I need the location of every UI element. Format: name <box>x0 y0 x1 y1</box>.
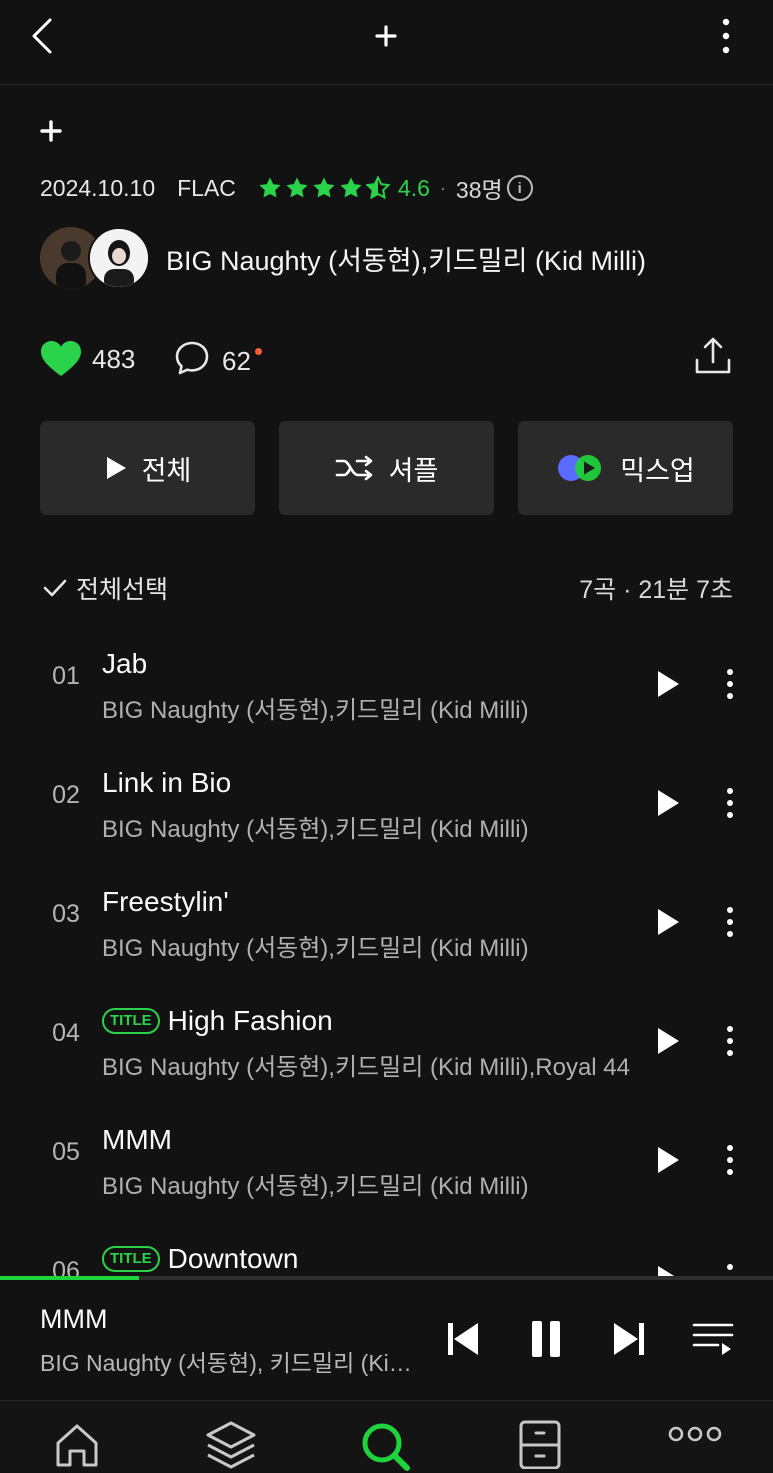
info-icon[interactable]: i <box>506 175 533 201</box>
track-title: High Fashion <box>167 1005 333 1036</box>
now-playing-title: MMM <box>40 1304 108 1334</box>
now-playing-artist: BIG Naughty (서동현), 키드밀리 (Kid Milli) <box>40 1350 420 1376</box>
previous-icon[interactable] <box>440 1316 486 1362</box>
check-icon <box>43 579 67 597</box>
comment-icon <box>174 340 210 383</box>
search-icon[interactable] <box>355 1419 415 1472</box>
track-title: Freestylin' <box>102 886 229 917</box>
table-row[interactable]: 03 Freestylin' BIG Naughty (서동현),키드밀리 (K… <box>0 860 773 979</box>
next-icon[interactable] <box>606 1316 652 1362</box>
play-all-label: 전체 <box>141 455 192 486</box>
kebab-menu-icon[interactable] <box>706 14 746 58</box>
album-add-button[interactable] <box>40 114 74 148</box>
selection-row: 전체선택 7곡 · 21분 7초 <box>40 566 733 606</box>
track-artist: BIG Naughty (서동현),키드밀리 (Kid Milli) <box>102 1173 529 1200</box>
shuffle-button[interactable]: 셔플 <box>279 421 494 515</box>
shuffle-label: 셔플 <box>388 455 439 486</box>
table-row[interactable]: 04 TITLE High Fashion BIG Naughty (서동현),키… <box>0 979 773 1098</box>
track-number: 05 <box>52 1138 80 1166</box>
play-icon <box>106 457 126 479</box>
track-summary: 7곡 · 21분 7초 <box>579 576 733 604</box>
track-artist: BIG Naughty (서동현),키드밀리 (Kid Milli) <box>102 816 529 843</box>
like-count: 483 <box>92 343 136 374</box>
album-meta: 2024.10.10 FLAC 4.6 · 38명 i <box>40 170 533 206</box>
artist-names[interactable]: BIG Naughty (서동현),키드밀리 (Kid Milli) <box>166 239 646 278</box>
shuffle-icon <box>335 455 372 481</box>
track-play-icon[interactable] <box>648 1021 688 1061</box>
add-plus-icon[interactable] <box>368 18 404 54</box>
separator: · <box>439 177 446 198</box>
track-title: Jab <box>102 648 148 679</box>
track-play-icon[interactable] <box>648 783 688 823</box>
new-comment-dot <box>254 348 262 355</box>
artist-row[interactable]: BIG Naughty (서동현),키드밀리 (Kid Milli) <box>40 226 646 290</box>
select-all-label: 전체선택 <box>76 576 169 604</box>
star-icon <box>286 177 308 198</box>
half-star-icon <box>365 176 390 200</box>
table-row[interactable]: 06 TITLE Downtown <box>0 1217 773 1276</box>
track-title: Downtown <box>167 1243 299 1274</box>
bottom-nav <box>0 1400 773 1472</box>
track-play-icon[interactable] <box>648 1259 688 1276</box>
avatar[interactable] <box>88 227 150 289</box>
play-all-button[interactable]: 전체 <box>40 421 255 515</box>
track-number: 04 <box>52 1019 80 1047</box>
track-number: 06 <box>52 1257 80 1276</box>
like-button[interactable]: 483 <box>40 340 135 378</box>
track-list: 01 Jab BIG Naughty (서동현),키드밀리 (Kid Milli… <box>0 622 773 1276</box>
track-number: 02 <box>52 781 80 809</box>
comment-button[interactable]: 62 <box>174 340 262 383</box>
star-icon <box>259 177 281 198</box>
heart-icon <box>41 341 81 376</box>
track-more-icon[interactable] <box>714 1021 746 1061</box>
title-badge: TITLE <box>102 1246 160 1272</box>
rating-stars[interactable] <box>258 176 390 200</box>
library-layers-icon[interactable] <box>201 1419 261 1472</box>
track-title: Link in Bio <box>102 767 232 798</box>
track-play-icon[interactable] <box>648 664 688 704</box>
track-number: 01 <box>52 662 80 690</box>
track-more-icon[interactable] <box>714 1259 746 1276</box>
more-dots-icon[interactable] <box>665 1419 725 1472</box>
rating-value: 4.6 <box>397 174 430 201</box>
mini-player[interactable]: MMM BIG Naughty (서동현), 키드밀리 (Kid Milli) <box>0 1280 773 1400</box>
title-badge: TITLE <box>102 1008 160 1034</box>
track-number: 03 <box>52 900 80 928</box>
back-icon[interactable] <box>20 14 64 58</box>
release-date: 2024.10.10 <box>40 174 156 201</box>
rating-count: 38명 <box>455 177 503 203</box>
track-more-icon[interactable] <box>714 783 746 823</box>
home-icon[interactable] <box>47 1419 107 1472</box>
track-artist: BIG Naughty (서동현),키드밀리 (Kid Milli),Royal… <box>102 1054 631 1081</box>
track-more-icon[interactable] <box>714 902 746 942</box>
comment-count: 62 <box>222 346 262 377</box>
track-artist: BIG Naughty (서동현),키드밀리 (Kid Milli) <box>102 935 529 962</box>
track-title: MMM <box>102 1124 172 1155</box>
storage-box-icon[interactable] <box>510 1419 570 1472</box>
table-row[interactable]: 01 Jab BIG Naughty (서동현),키드밀리 (Kid Milli… <box>0 622 773 741</box>
track-artist: BIG Naughty (서동현),키드밀리 (Kid Milli) <box>102 697 529 724</box>
social-actions: 483 62 <box>40 334 733 384</box>
track-more-icon[interactable] <box>714 1140 746 1180</box>
audio-format: FLAC <box>177 174 236 201</box>
track-play-icon[interactable] <box>648 902 688 942</box>
mixup-icon <box>558 455 602 481</box>
table-row[interactable]: 02 Link in Bio BIG Naughty (서동현),키드밀리 (K… <box>0 741 773 860</box>
star-icon <box>313 177 335 198</box>
playlist-icon[interactable] <box>690 1316 736 1362</box>
share-icon[interactable] <box>693 336 733 380</box>
pause-icon[interactable] <box>523 1316 569 1362</box>
mixup-label: 믹스업 <box>620 455 695 486</box>
track-play-icon[interactable] <box>648 1140 688 1180</box>
mixup-button[interactable]: 믹스업 <box>518 421 733 515</box>
top-bar <box>0 0 773 85</box>
table-row[interactable]: 05 MMM BIG Naughty (서동현),키드밀리 (Kid Milli… <box>0 1098 773 1217</box>
track-more-icon[interactable] <box>714 664 746 704</box>
star-icon <box>340 177 362 198</box>
select-all-button[interactable]: 전체선택 <box>42 570 168 606</box>
